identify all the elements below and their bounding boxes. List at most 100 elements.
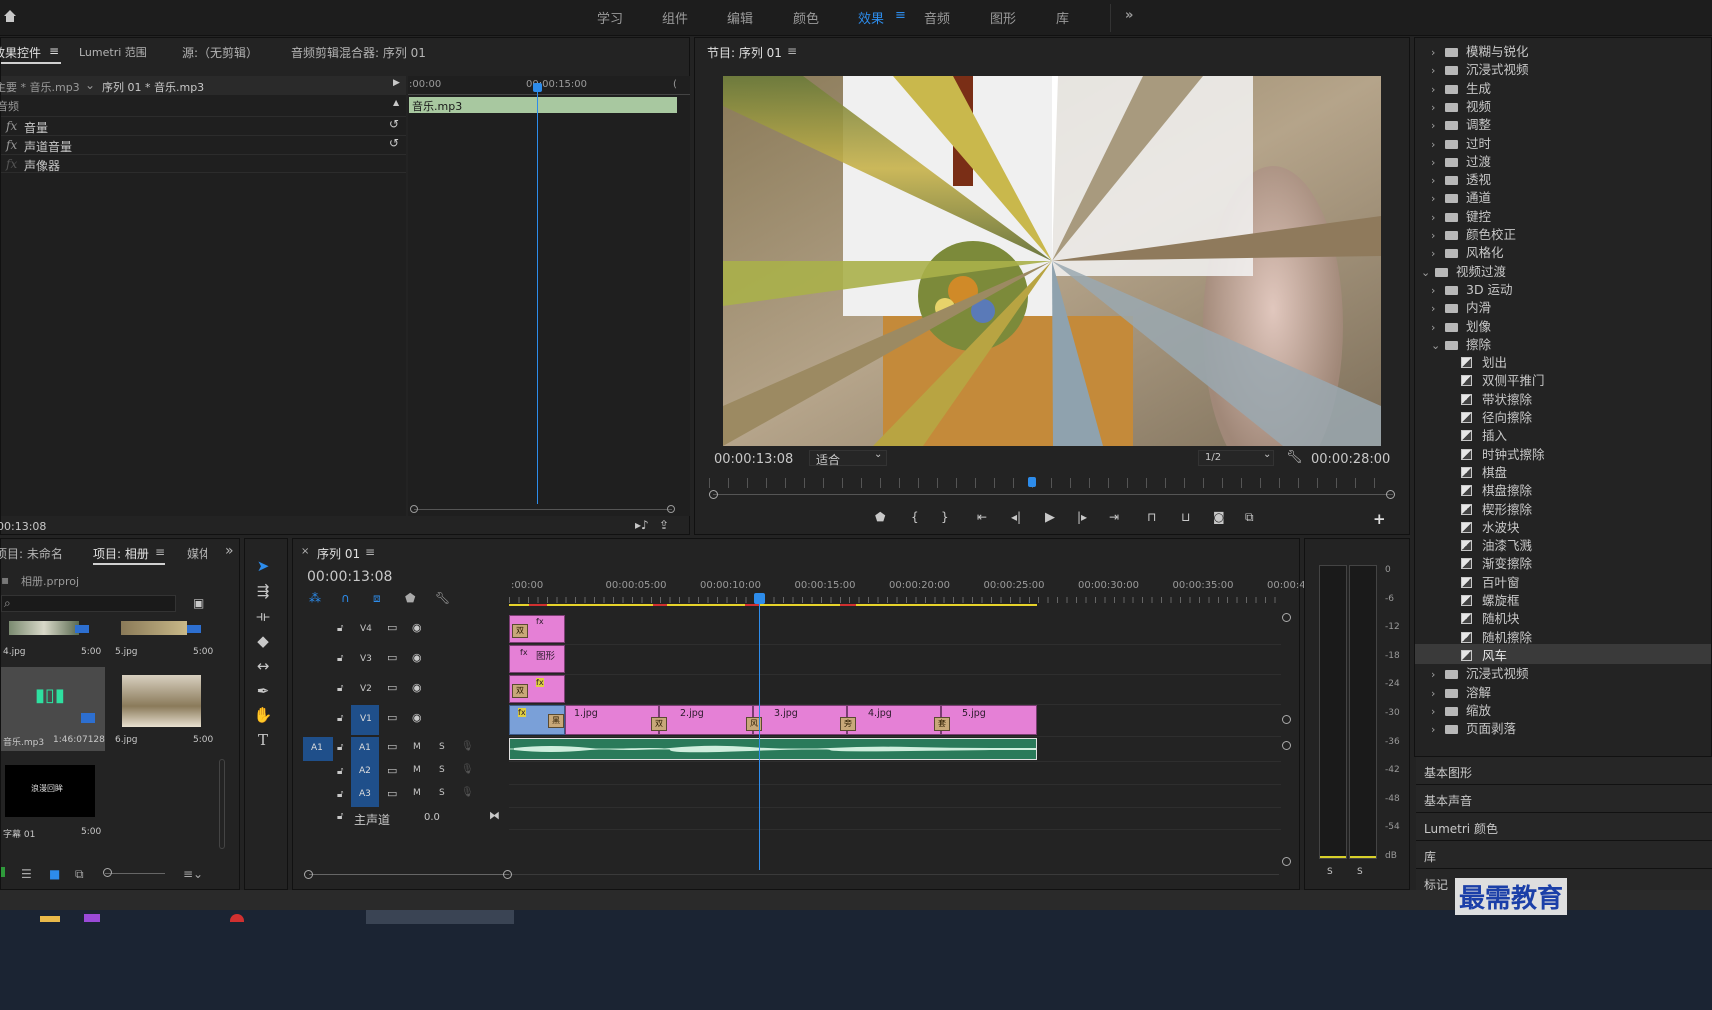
clip-v1-1jpg[interactable]: 1.jpg: [565, 705, 659, 735]
eye-icon[interactable]: ◉: [412, 711, 422, 731]
panel-lumetri-color[interactable]: Lumetri 颜色: [1416, 812, 1712, 840]
effect-folder[interactable]: › 溶解: [1415, 681, 1711, 701]
clip-v2[interactable]: 双 fx: [509, 675, 565, 703]
workspace-color[interactable]: 颜色: [793, 8, 819, 27]
item-5jpg[interactable]: 5.jpg 5:00: [113, 621, 213, 661]
mic-icon[interactable]: 🎙︎: [461, 787, 474, 807]
program-tab[interactable]: 节目: 序列 01: [707, 44, 782, 70]
icon-view-icon[interactable]: ■: [49, 867, 60, 881]
clip-v1-3jpg[interactable]: 3.jpg: [753, 705, 847, 735]
effect-folder[interactable]: › 沉浸式视频: [1415, 58, 1711, 78]
ec-audio-clip[interactable]: 音乐.mp3: [409, 97, 677, 113]
ec-timecode[interactable]: 00:13:08: [0, 520, 46, 540]
chevron-down-icon[interactable]: ⌄: [1431, 339, 1445, 352]
effect-item[interactable]: 插入: [1415, 424, 1711, 444]
zoom-slider-handle[interactable]: [103, 868, 112, 877]
timeline-playhead-line[interactable]: [759, 597, 760, 870]
tab-menu-icon[interactable]: ≡: [49, 44, 59, 70]
sequence-menu-icon[interactable]: ≡: [365, 545, 375, 571]
ec-scrollbar[interactable]: [414, 509, 672, 510]
clip-v1-2jpg[interactable]: 2.jpg: [659, 705, 753, 735]
tab-effect-controls[interactable]: 效果控件: [0, 44, 41, 70]
chevron-right-icon[interactable]: ›: [1431, 687, 1445, 700]
tab-audio-clip-mixer[interactable]: 音频剪辑混合器: 序列 01: [291, 44, 426, 70]
effect-folder[interactable]: › 颜色校正: [1415, 223, 1711, 243]
workspace-effects[interactable]: 效果: [858, 8, 884, 27]
effect-folder[interactable]: ⌄ 视频过渡: [1415, 260, 1711, 280]
lock-track-icon[interactable]: 🔓︎: [337, 653, 343, 673]
quality-dropdown[interactable]: 1/2 ⌄: [1198, 449, 1274, 466]
effect-folder[interactable]: › 划像: [1415, 315, 1711, 335]
clip-v3-graphic[interactable]: fx 图形: [509, 645, 565, 673]
track-header-v1[interactable]: 🔓︎ V1 ▭ ◉: [293, 705, 509, 735]
effect-item[interactable]: 楔形擦除: [1415, 498, 1711, 518]
step-forward-icon[interactable]: |▸: [1077, 510, 1087, 524]
panel-libraries[interactable]: 库: [1416, 840, 1712, 868]
effect-folder[interactable]: › 3D 运动: [1415, 278, 1711, 298]
project-scrollbar[interactable]: [219, 759, 225, 849]
transition-marker[interactable]: 双: [512, 684, 528, 698]
breadcrumb-dropdown-icon[interactable]: ⌄: [85, 78, 95, 98]
workspace-graphics[interactable]: 图形: [990, 8, 1016, 27]
v-scroll-top[interactable]: [1282, 613, 1291, 622]
track-header-v4[interactable]: 🔓︎ V4 ▭ ◉: [293, 615, 509, 645]
ec-scroll-handle-left[interactable]: [410, 505, 418, 513]
workspace-learning[interactable]: 学习: [597, 8, 623, 27]
track-header-a3[interactable]: 🔓︎ A3 ▭ M S 🎙︎: [293, 784, 509, 807]
effect-item[interactable]: 随机擦除: [1415, 626, 1711, 646]
type-tool-icon[interactable]: T: [253, 731, 273, 751]
play-audio-icon[interactable]: ▸♪: [635, 518, 649, 538]
program-playhead[interactable]: [1028, 477, 1036, 487]
timeline-settings-icon[interactable]: 🔧︎: [435, 591, 450, 605]
export-icon[interactable]: ⇪: [659, 518, 669, 538]
track-header-master[interactable]: 🔓︎ 主声道 0.0 ⧓: [293, 807, 509, 829]
taskbar-app-icon[interactable]: [230, 914, 244, 922]
effect-folder[interactable]: › 通道: [1415, 186, 1711, 206]
eye-icon[interactable]: ◉: [412, 651, 422, 671]
tab-media[interactable]: 媒体: [187, 545, 207, 571]
chevron-right-icon[interactable]: ›: [1431, 192, 1445, 205]
chevron-right-icon[interactable]: ›: [1431, 174, 1445, 187]
clip-v1-5jpg[interactable]: 5.jpg: [941, 705, 1037, 735]
chevron-right-icon[interactable]: ›: [1431, 668, 1445, 681]
chevron-down-icon[interactable]: ⌄: [1421, 266, 1435, 279]
effect-folder[interactable]: › 调整: [1415, 113, 1711, 133]
effect-item[interactable]: 螺旋框: [1415, 589, 1711, 609]
effect-item[interactable]: 径向擦除: [1415, 406, 1711, 426]
home-icon[interactable]: [2, 8, 18, 24]
lock-track-icon[interactable]: 🔓︎: [337, 766, 343, 786]
effect-folder[interactable]: › 过渡: [1415, 150, 1711, 170]
clip-a1-music[interactable]: [509, 738, 1037, 760]
snap-icon[interactable]: ∩: [341, 591, 350, 605]
workspace-audio[interactable]: 音频: [924, 8, 950, 27]
chevron-right-icon[interactable]: ›: [1431, 302, 1445, 315]
tab-menu-icon[interactable]: ≡: [155, 545, 165, 571]
effect-item[interactable]: 带状擦除: [1415, 388, 1711, 408]
reset-icon[interactable]: ↺: [389, 136, 399, 156]
track-lanes[interactable]: 双 fx fx 图形 双 fx fx 黑 1.jpg 2.jpg 3.jpg 4…: [509, 613, 1281, 833]
program-mini-ruler[interactable]: [709, 478, 1389, 488]
panel-essential-graphics[interactable]: 基本图形: [1416, 756, 1712, 784]
effect-item[interactable]: 双侧平推门: [1415, 369, 1711, 389]
workspace-assembly[interactable]: 组件: [662, 8, 688, 27]
effect-item[interactable]: 风车: [1415, 643, 1711, 664]
button-editor-icon[interactable]: +: [1373, 510, 1386, 530]
sync-lock-icon[interactable]: ▭: [387, 787, 397, 807]
fx-icon[interactable]: fx: [6, 157, 17, 177]
v-scroll-mid-b[interactable]: [1282, 741, 1291, 750]
ec-playhead[interactable]: [537, 83, 538, 504]
effect-item[interactable]: 棋盘擦除: [1415, 479, 1711, 499]
transition-marker[interactable]: 黑: [548, 714, 564, 728]
param-row[interactable]: fx 声像器: [1, 154, 406, 173]
more-panels-icon[interactable]: »: [225, 543, 234, 569]
lock-track-icon[interactable]: 🔓︎: [337, 623, 343, 643]
tab-project-untitled[interactable]: 项目: 未命名: [0, 545, 63, 571]
effect-item[interactable]: 渐变擦除: [1415, 552, 1711, 572]
chevron-right-icon[interactable]: ›: [1431, 83, 1445, 96]
chevron-right-icon[interactable]: ›: [1431, 64, 1445, 77]
linked-selection-icon[interactable]: ⧈: [373, 591, 381, 606]
param-row[interactable]: fx 音量 ↺: [1, 116, 406, 135]
chevron-right-icon[interactable]: ›: [1431, 156, 1445, 169]
lock-track-icon[interactable]: 🔓︎: [337, 683, 343, 703]
chevron-right-icon[interactable]: ›: [1431, 211, 1445, 224]
